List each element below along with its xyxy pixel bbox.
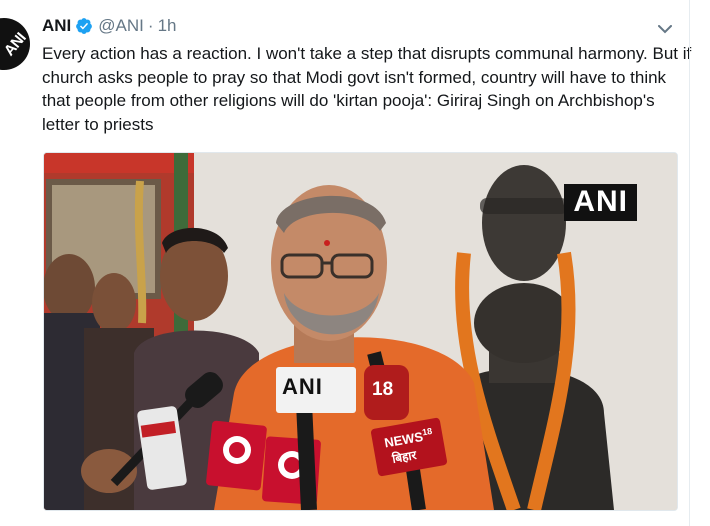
tweet-text: Every action has a reaction. I won't tak… [42,44,692,134]
mic-label-18: 18 [372,379,394,400]
avatar-logo: ANI [0,29,30,59]
column-divider [689,0,690,526]
chevron-down-icon[interactable] [654,18,676,40]
avatar[interactable]: ANI [0,18,30,70]
tweet-header: ANI @ANI · 1h [42,13,176,39]
mic-label-ani: ANI [282,374,323,399]
account-name[interactable]: ANI [42,16,71,36]
tweet-photo[interactable]: ANI ANI 18 NEWS18 बिहार [43,152,678,511]
separator-dot: · [147,16,154,35]
tweet-timestamp[interactable]: 1h [158,16,177,36]
watermark-logo: ANI [564,184,637,221]
tweet[interactable]: ANI ANI @ANI · 1h Every action has a rea… [0,0,710,526]
mic-label-news-num: 18 [421,425,433,438]
verified-badge-icon [75,17,93,35]
account-handle[interactable]: @ANI [98,16,144,36]
